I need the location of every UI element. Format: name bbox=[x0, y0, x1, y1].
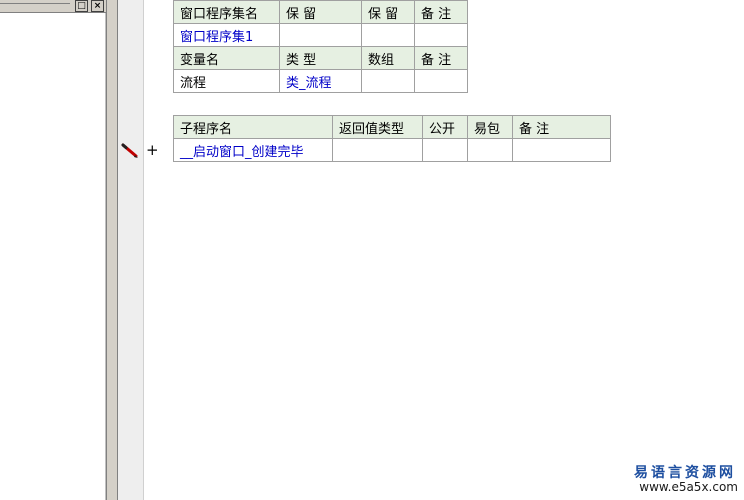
remark-header: 备 注 bbox=[512, 115, 611, 139]
subroutine-row[interactable]: __启动窗口_创建完毕 bbox=[173, 138, 611, 162]
subroutine-header-row: 子程序名 返回值类型 公开 易包 备 注 bbox=[173, 115, 611, 139]
reserved-cell-2[interactable] bbox=[361, 23, 415, 47]
variable-type-cell[interactable]: 类_流程 bbox=[279, 69, 362, 93]
variable-header-row: 变量名 类 型 数组 备 注 bbox=[173, 46, 468, 70]
assembly-row[interactable]: 窗口程序集1 bbox=[173, 23, 468, 47]
variable-array-header: 数组 bbox=[361, 46, 415, 70]
remark-cell[interactable] bbox=[512, 138, 611, 162]
variable-row[interactable]: 流程 类_流程 bbox=[173, 69, 468, 93]
reserved-cell-1[interactable] bbox=[279, 23, 362, 47]
close-icon[interactable]: × bbox=[91, 0, 104, 12]
remark-cell[interactable] bbox=[414, 23, 468, 47]
remark-header: 备 注 bbox=[414, 0, 468, 24]
return-type-cell[interactable] bbox=[332, 138, 423, 162]
return-type-header: 返回值类型 bbox=[332, 115, 423, 139]
reserved-header-2: 保 留 bbox=[361, 0, 415, 24]
restore-icon[interactable]: □ bbox=[75, 0, 88, 12]
watermark-url: www.e5a5x.com bbox=[639, 480, 738, 494]
subroutine-table: 子程序名 返回值类型 公开 易包 备 注 __启动窗口_创建完毕 bbox=[173, 115, 611, 162]
panel-title-bar: □ × bbox=[0, 0, 106, 13]
reserved-header-1: 保 留 bbox=[279, 0, 362, 24]
variable-array-cell[interactable] bbox=[361, 69, 415, 93]
variable-name-cell[interactable]: 流程 bbox=[173, 69, 280, 93]
assembly-table: 窗口程序集名 保 留 保 留 备 注 窗口程序集1 变量名 类 型 数组 备 注… bbox=[173, 0, 468, 93]
variable-remark-cell[interactable] bbox=[414, 69, 468, 93]
public-header: 公开 bbox=[422, 115, 468, 139]
variable-remark-header: 备 注 bbox=[414, 46, 468, 70]
variable-name-header: 变量名 bbox=[173, 46, 280, 70]
watermark-site-name: 易语言资源网 bbox=[634, 465, 736, 481]
assembly-name-cell[interactable]: 窗口程序集1 bbox=[173, 23, 280, 47]
panel-splitter[interactable] bbox=[107, 0, 118, 500]
variable-type-header: 类 型 bbox=[279, 46, 362, 70]
title-bar-grip bbox=[0, 3, 70, 4]
assembly-name-header: 窗口程序集名 bbox=[173, 0, 280, 24]
easy-package-cell[interactable] bbox=[467, 138, 513, 162]
subroutine-name-header: 子程序名 bbox=[173, 115, 333, 139]
assembly-header-row: 窗口程序集名 保 留 保 留 备 注 bbox=[173, 0, 468, 24]
easy-package-header: 易包 bbox=[467, 115, 513, 139]
public-cell[interactable] bbox=[422, 138, 468, 162]
pencil-icon bbox=[121, 143, 138, 158]
left-panel: □ × bbox=[0, 0, 107, 500]
editor-margin bbox=[118, 0, 144, 500]
expand-plus-icon[interactable]: + bbox=[146, 142, 160, 158]
subroutine-name-cell[interactable]: __启动窗口_创建完毕 bbox=[173, 138, 333, 162]
